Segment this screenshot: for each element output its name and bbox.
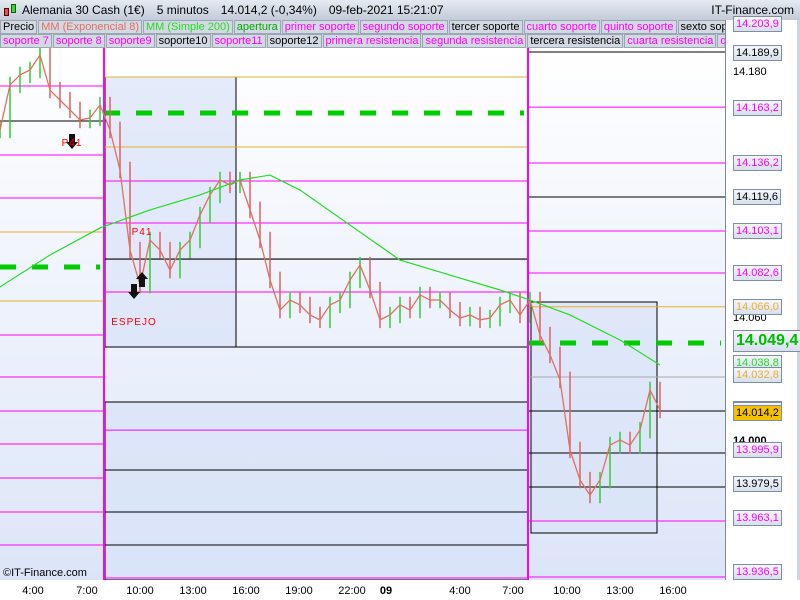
price-level-label: 14.136,2	[733, 154, 782, 171]
legend-item[interactable]: quinto soporte	[600, 20, 677, 34]
chart-svg: P41 P41 ESPEJO	[0, 48, 725, 580]
title-bar: Alemania 30 Cash (1€) 5 minutos 14.014,2…	[0, 0, 800, 20]
candlestick-icon	[2, 2, 18, 18]
current-price-label: 14.014,2	[733, 404, 782, 421]
time-tick: 22:00	[338, 585, 366, 597]
axis-tick: 14.180	[733, 66, 767, 79]
legend-item[interactable]: primer soporte	[281, 20, 359, 34]
legend-item[interactable]: cuarto soporte	[523, 20, 600, 34]
time-axis: 4:00 7:00 10:00 13:00 16:00 19:00 22:00 09 4:00 7…	[0, 580, 800, 600]
price-level-label: 13.979,5	[733, 475, 782, 492]
time-tick: 16:00	[659, 585, 687, 597]
copyright: ©IT-Finance.com	[3, 567, 87, 579]
legend-item[interactable]: tercer soporte	[448, 20, 523, 34]
legend-row-1: Precio MM (Exponencial 8) MM (Simple 200) a…	[0, 20, 751, 34]
price-level-label: 14.163,2	[733, 99, 782, 116]
legend-item[interactable]: soporte 8	[52, 34, 105, 48]
last-price: 14.014,2 (-0,34%)	[220, 3, 317, 17]
legend-item[interactable]: MM (Exponencial 8)	[38, 20, 143, 34]
instrument-name: Alemania 30 Cash (1€)	[22, 3, 145, 17]
time-tick: 10:00	[553, 585, 581, 597]
price-axis[interactable]: 14.180 14.060 14.000 14.203,9 14.189,9 14.163…	[725, 16, 800, 581]
time-tick: 09	[379, 585, 393, 597]
legend-item[interactable]: MM (Simple 200)	[143, 20, 233, 34]
chart-plot-area[interactable]: P41 P41 ESPEJO	[0, 48, 725, 580]
price-level-label: 14.103,1	[733, 222, 782, 239]
legend-item[interactable]: primera resistencia	[322, 34, 422, 48]
time-tick: 19:00	[285, 585, 313, 597]
legend-item[interactable]: tercera resistencia	[527, 34, 624, 48]
price-level-label: 13.995,9	[733, 442, 782, 459]
price-level-label: 13.936,5	[733, 564, 782, 581]
price-level-label: 14.049,4	[733, 329, 800, 352]
legend-item[interactable]: cuarta resistencia	[624, 34, 717, 48]
price-level-label: 14.082,6	[733, 264, 782, 281]
time-tick: 13:00	[606, 585, 634, 597]
price-level-label: 14.032,8	[733, 366, 782, 383]
legend-item[interactable]: soporte9	[105, 34, 155, 48]
timeframe[interactable]: 5 minutos	[157, 3, 209, 17]
time-tick: 10:00	[126, 585, 154, 597]
annotation-label: P41	[132, 227, 153, 238]
legend-item[interactable]: Precio	[0, 20, 38, 34]
time-tick: 7:00	[502, 585, 524, 597]
legend-item[interactable]: soporte12	[266, 34, 322, 48]
price-level-label: 14.066,0	[733, 298, 782, 315]
price-level-label: 14.189,9	[733, 45, 782, 61]
datetime: 09-feb-2021 15:21:07	[328, 3, 444, 17]
legend-item[interactable]: segunda resistencia	[422, 34, 527, 48]
annotation-label: P41	[62, 138, 83, 149]
legend-item[interactable]: soporte10	[155, 34, 211, 48]
time-tick: 13:00	[179, 585, 207, 597]
legend-row-2: soporte 7 soporte 8 soporte9 soporte10 sopor…	[0, 34, 754, 48]
time-tick: 7:00	[76, 585, 98, 597]
annotation-label: ESPEJO	[111, 317, 156, 328]
range-box	[104, 401, 529, 580]
brand: IT-Finance.com	[711, 3, 794, 17]
legend-item[interactable]: apertura	[233, 20, 281, 34]
legend-item[interactable]: soporte 7	[0, 34, 52, 48]
time-tick: 4:00	[22, 585, 44, 597]
price-level-label: 14.203,9	[733, 16, 782, 33]
price-level-label: 14.119,6	[733, 188, 782, 205]
price-level-label: 13.963,1	[733, 509, 782, 526]
time-tick: 16:00	[232, 585, 260, 597]
legend-item[interactable]: soporte11	[211, 34, 266, 48]
time-tick: 4:00	[449, 585, 471, 597]
legend-item[interactable]: segundo soporte	[359, 20, 448, 34]
